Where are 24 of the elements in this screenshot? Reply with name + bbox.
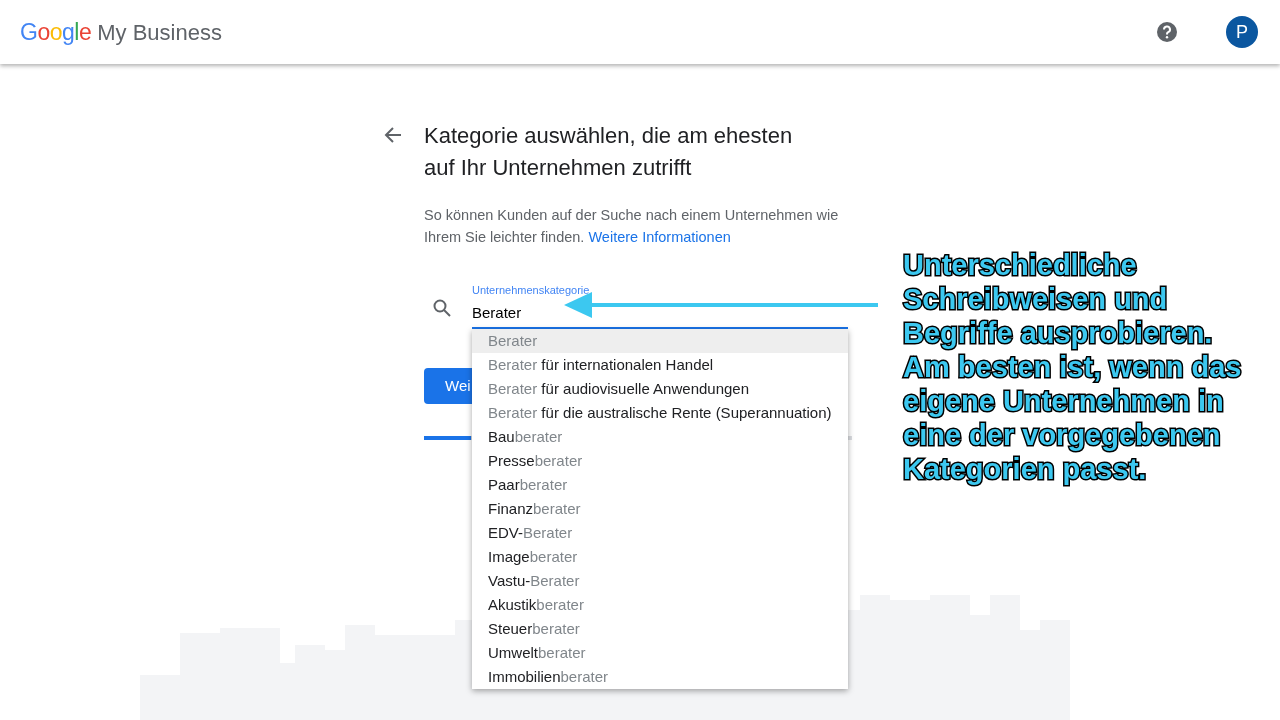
page-title: Kategorie auswählen, die am ehesten auf Ihr Unternehmen zutrifft xyxy=(424,122,794,182)
suggestion-item[interactable]: Steuerberater xyxy=(472,617,848,641)
annotation-text: Unterschiedliche Schreibweisen und Begriffe ausprobieren. Am besten ist, wenn das eigene Unternehmen in eine der vorgegebenen Kategorien passt. xyxy=(903,248,1243,486)
more-info-link[interactable]: Weitere Informationen xyxy=(588,229,731,245)
suggestion-item[interactable]: EDV-Berater xyxy=(472,521,848,545)
google-logo[interactable]: Google xyxy=(20,14,92,50)
product-name: My Business xyxy=(97,18,222,47)
suggestion-item[interactable]: Presseberater xyxy=(472,449,848,473)
back-arrow-icon[interactable] xyxy=(384,126,402,144)
suggestion-item[interactable]: Immobilienberater xyxy=(472,665,848,689)
description: So können Kunden auf der Suche nach einem Unternehmen wie Ihrem Sie leichter finden. Weitere Informationen xyxy=(424,206,840,247)
avatar[interactable]: P xyxy=(1226,16,1258,48)
suggestion-item[interactable]: Umweltberater xyxy=(472,641,848,665)
search-icon xyxy=(432,298,452,318)
suggestion-item[interactable]: Berater für die australische Rente (Superannuation) xyxy=(472,401,848,425)
suggestion-item[interactable]: Paarberater xyxy=(472,473,848,497)
help-icon[interactable] xyxy=(1156,21,1178,43)
suggestion-item[interactable]: Finanzberater xyxy=(472,497,848,521)
suggestion-item[interactable]: Vastu-Berater xyxy=(472,569,848,593)
field-value: Berater xyxy=(472,303,522,323)
field-label: Unternehmenskategorie xyxy=(472,283,591,297)
suggestion-item[interactable]: Akustikberater xyxy=(472,593,848,617)
suggestion-item[interactable]: Bauberater xyxy=(472,425,848,449)
suggestion-item[interactable]: Imageberater xyxy=(472,545,848,569)
